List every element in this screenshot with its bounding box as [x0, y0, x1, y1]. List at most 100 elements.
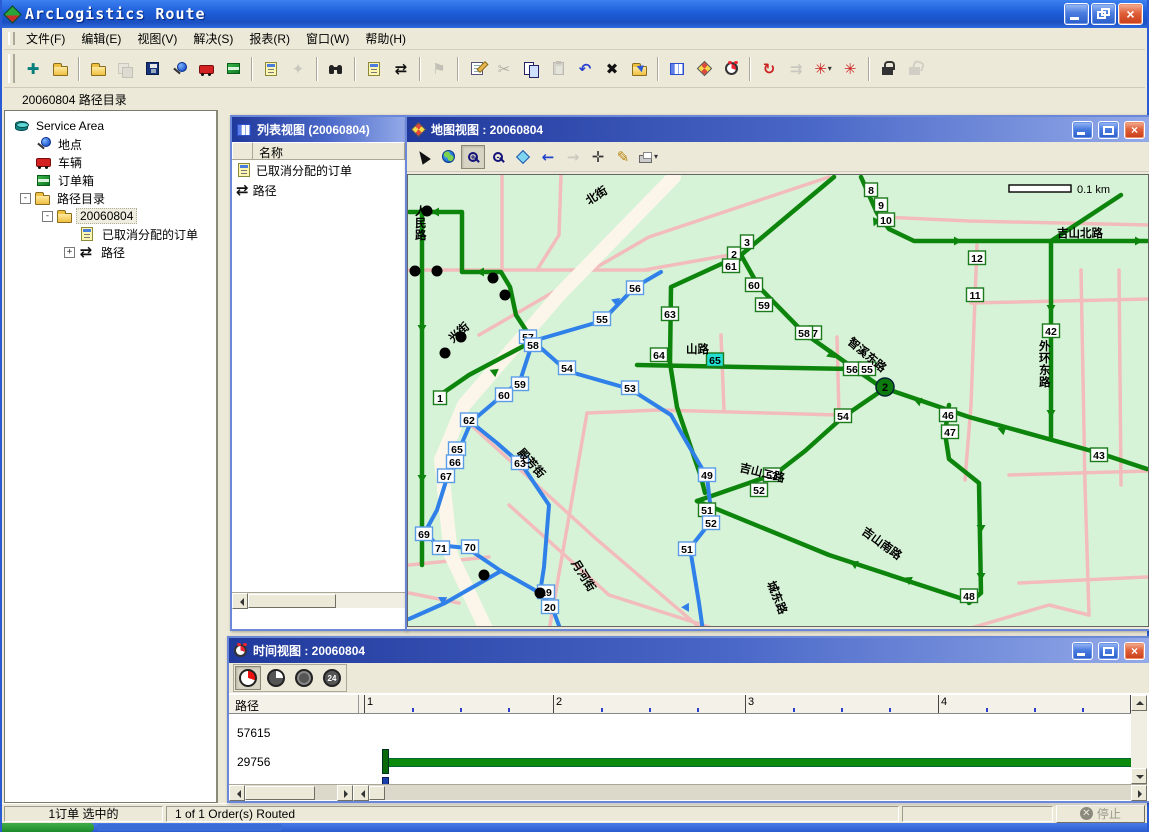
- map-maximize-button[interactable]: [1098, 121, 1119, 139]
- map-stop-label[interactable]: 58: [796, 326, 813, 340]
- collapse-icon[interactable]: -: [42, 211, 53, 222]
- routes-button[interactable]: ⇄: [388, 56, 414, 82]
- map-stop-label[interactable]: 1: [434, 391, 447, 405]
- paste-button[interactable]: [545, 56, 571, 82]
- start-button[interactable]: [2, 823, 94, 832]
- map-stop-label[interactable]: 9: [875, 198, 888, 212]
- map-stop-label[interactable]: 46: [940, 408, 957, 422]
- menu-edit[interactable]: 编辑(E): [73, 28, 129, 49]
- map-stop-label[interactable]: 64: [651, 348, 668, 362]
- menu-window[interactable]: 窗口(W): [298, 28, 357, 49]
- map-route-stop-circle[interactable]: 2: [876, 378, 894, 396]
- copy-button[interactable]: [518, 56, 544, 82]
- map-stop-label[interactable]: 10: [878, 213, 895, 227]
- print-tool[interactable]: ▾: [636, 145, 660, 169]
- tree-item-20060804[interactable]: -20060804: [5, 207, 216, 225]
- scroll-up-icon[interactable]: [1131, 695, 1147, 711]
- map-stop-label[interactable]: 51: [699, 503, 716, 517]
- map-stop-label[interactable]: 20: [542, 600, 559, 614]
- open-button[interactable]: [47, 56, 73, 82]
- restore-button[interactable]: [1091, 3, 1116, 25]
- draw-tool[interactable]: ✎: [611, 145, 635, 169]
- save-button[interactable]: [139, 56, 165, 82]
- map-stop-label[interactable]: 52: [703, 516, 720, 530]
- undo-button[interactable]: ↶: [572, 56, 598, 82]
- map-stop-label[interactable]: 66: [447, 455, 464, 469]
- menu-report[interactable]: 报表(R): [241, 28, 298, 49]
- map-stop-label[interactable]: 47: [942, 425, 959, 439]
- properties-button[interactable]: [464, 56, 490, 82]
- route-row-57615[interactable]: 57615: [237, 726, 270, 740]
- map-stop-label[interactable]: 62: [461, 413, 478, 427]
- time-hscrollbar[interactable]: [229, 784, 1147, 800]
- zoom-in-tool[interactable]: [461, 145, 485, 169]
- map-unassigned-stop-dot[interactable]: [535, 588, 546, 599]
- cut-button[interactable]: ✂: [491, 56, 517, 82]
- build-routes-button[interactable]: ✦: [285, 56, 311, 82]
- tree-item-vehicles[interactable]: 车辆: [5, 153, 216, 171]
- delete-button[interactable]: ✖: [599, 56, 625, 82]
- map-stop-label[interactable]: 65: [707, 353, 724, 367]
- duplicate-button[interactable]: [112, 56, 138, 82]
- map-unassigned-stop-dot[interactable]: [432, 266, 443, 277]
- menu-help[interactable]: 帮助(H): [357, 28, 414, 49]
- map-stop-label[interactable]: 54: [835, 409, 852, 423]
- map-stop-label[interactable]: 51: [679, 542, 696, 556]
- scroll-right-icon[interactable]: [337, 785, 353, 801]
- menu-file[interactable]: 文件(F): [18, 28, 73, 49]
- map-stop-label[interactable]: 71: [433, 541, 450, 555]
- zoom-out-tool[interactable]: [486, 145, 510, 169]
- map-close-button[interactable]: ×: [1124, 121, 1145, 139]
- select-tool[interactable]: [411, 145, 435, 169]
- locations-button[interactable]: [166, 56, 192, 82]
- list-row-unassigned-orders[interactable]: 已取消分配的订单: [232, 160, 405, 180]
- map-view-button[interactable]: [691, 56, 717, 82]
- list-view-icon-column[interactable]: [232, 142, 253, 159]
- list-row-routes[interactable]: ⇄路径: [232, 180, 405, 200]
- map-stop-label[interactable]: 65: [449, 442, 466, 456]
- map-stop-label[interactable]: 60: [746, 278, 763, 292]
- map-stop-label[interactable]: 56: [627, 281, 644, 295]
- map-stop-label[interactable]: 63: [662, 307, 679, 321]
- tree-item-route-folder[interactable]: -路径目录: [5, 189, 216, 207]
- time-route-column-header[interactable]: 路径: [229, 695, 359, 713]
- map-stop-label[interactable]: 8: [865, 183, 878, 197]
- map-stop-label[interactable]: 52: [751, 483, 768, 497]
- menu-solve[interactable]: 解决(S): [185, 28, 241, 49]
- map-stop-label[interactable]: 61: [723, 259, 740, 273]
- map-stop-label[interactable]: 60: [496, 388, 513, 402]
- time-scale-24[interactable]: 24: [319, 666, 345, 690]
- map-stop-label[interactable]: 67: [438, 469, 455, 483]
- map-canvas[interactable]: 1918910121132616059758636465565542544647…: [407, 174, 1149, 627]
- list-view-name-column[interactable]: 名称: [253, 142, 405, 159]
- map-stop-label[interactable]: 54: [559, 361, 576, 375]
- time-maximize-button[interactable]: [1098, 642, 1119, 660]
- lock-button[interactable]: [875, 56, 901, 82]
- map-stop-label[interactable]: 53: [622, 381, 639, 395]
- map-stop-label[interactable]: 58: [525, 338, 542, 352]
- find-button[interactable]: [323, 56, 349, 82]
- map-view-title-bar[interactable]: 地图视图 : 20060804 ×: [407, 117, 1149, 142]
- reload-button[interactable]: ↻: [756, 56, 782, 82]
- map-stop-label[interactable]: 59: [756, 298, 773, 312]
- list-view-hscrollbar[interactable]: [232, 592, 405, 608]
- scroll-thumb[interactable]: [369, 786, 385, 800]
- orders-list-button[interactable]: [361, 56, 387, 82]
- route-time-bar[interactable]: [385, 758, 1131, 767]
- time-scale-half[interactable]: [263, 666, 289, 690]
- minimize-button[interactable]: [1064, 3, 1089, 25]
- map-stop-label[interactable]: 3: [741, 235, 754, 249]
- new-button[interactable]: ✚: [20, 56, 46, 82]
- route-row-29756[interactable]: 29756: [237, 755, 270, 769]
- time-vscrollbar[interactable]: [1131, 695, 1147, 784]
- map-stop-label[interactable]: 43: [1091, 448, 1108, 462]
- sequence-button[interactable]: ⇉: [783, 56, 809, 82]
- map-svg[interactable]: 1918910121132616059758636465565542544647…: [408, 175, 1148, 627]
- globe-tool[interactable]: [436, 145, 460, 169]
- time-scale-full[interactable]: [291, 666, 317, 690]
- scroll-left-icon[interactable]: [353, 785, 369, 801]
- time-scale-quarter[interactable]: [235, 666, 261, 690]
- time-minimize-button[interactable]: [1072, 642, 1093, 660]
- scroll-right-icon[interactable]: [1131, 785, 1147, 801]
- scroll-thumb[interactable]: [245, 786, 315, 800]
